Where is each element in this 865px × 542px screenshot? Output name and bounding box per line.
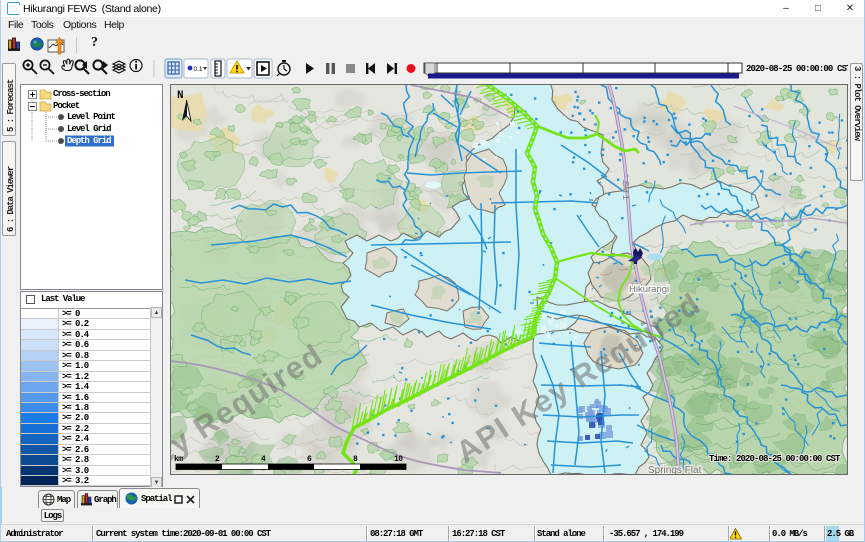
svg-text:SH 1: SH 1 [621, 181, 631, 200]
svg-text:Time: 2020-08-25 00:00:00 CST: Time: 2020-08-25 00:00:00 CST [709, 454, 841, 464]
svg-text:Springs Flat: Springs Flat [648, 465, 702, 474]
svg-text:Hikurangi: Hikurangi [629, 284, 669, 295]
svg-text:4: 4 [261, 455, 266, 464]
svg-text:10: 10 [394, 455, 403, 464]
svg-text:0.1: 0.1 [194, 66, 203, 73]
svg-text:2020-08-25 00:00:00 CST: 2020-08-25 00:00:00 CST [746, 64, 848, 74]
svg-text:8: 8 [353, 455, 358, 464]
svg-text:N: N [177, 90, 184, 102]
svg-text:6: 6 [307, 455, 312, 464]
svg-text:km: km [174, 455, 183, 464]
svg-text:2: 2 [215, 455, 220, 464]
